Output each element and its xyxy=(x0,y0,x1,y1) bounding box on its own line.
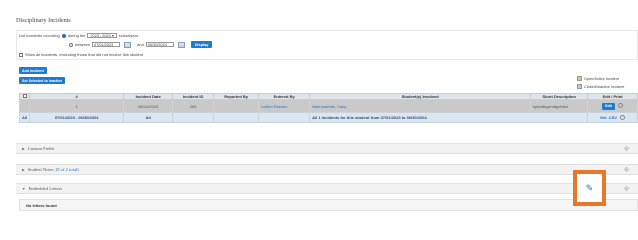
embedded-letters-title: Embedded Letters xyxy=(28,186,63,191)
student-notes-count: (0 of 2 total) xyxy=(55,167,79,172)
summary-message: All 1 incidents for this student from 07… xyxy=(309,112,589,123)
between-dates-radio[interactable] xyxy=(69,42,73,47)
during-schoolyear-radio[interactable] xyxy=(61,33,66,38)
row-entered-by-link[interactable]: LeAnn Reeves xyxy=(261,104,287,109)
gear-icon[interactable] xyxy=(618,103,624,109)
chevron-right-icon: ▶ xyxy=(22,146,25,151)
show-all-label: Show all incidents, excluding those that… xyxy=(25,52,144,57)
start-date-input[interactable]: 07/01/2023 xyxy=(92,42,121,47)
pencil-icon[interactable]: ✎ xyxy=(586,183,594,193)
between-label: between xyxy=(75,42,91,47)
table-row: 1 08/24/2023 283 LeAnn Reeves Abercrombi… xyxy=(18,99,638,113)
incident-filter-panel: List incidents occurring during the 2023… xyxy=(16,30,638,60)
no-letters-message: No letters found xyxy=(19,199,638,211)
legend-open: Open/Active Incident xyxy=(577,76,638,81)
row-short-description: fghcdfhgxhdfgcfdsd xyxy=(530,99,589,113)
row-student-link[interactable]: Abercrombie, Carly xyxy=(312,104,346,109)
chevron-right-icon: ▶ xyxy=(22,167,25,172)
edit-button[interactable]: Edit xyxy=(602,102,615,110)
get-csv-link[interactable]: Get .CSV xyxy=(600,115,617,120)
section-custom-fields[interactable]: ▶ Custom Fields ✥ xyxy=(16,143,638,154)
section-student-notes[interactable]: ▶ Student Notes (0 of 2 total) ✥ xyxy=(16,164,638,175)
display-button[interactable]: Display xyxy=(190,41,213,48)
row-num: 1 xyxy=(29,99,125,113)
move-icon[interactable]: ✥ xyxy=(623,146,630,153)
gear-icon[interactable] xyxy=(620,115,626,121)
highlight-box: ✎ xyxy=(573,170,606,206)
row-incident-date: 08/24/2023 xyxy=(123,99,174,113)
summary-all-dates: All xyxy=(123,112,174,123)
move-icon[interactable]: ✥ xyxy=(623,186,630,193)
show-all-checkbox[interactable] xyxy=(19,52,23,57)
row-reported-by xyxy=(213,99,260,113)
student-notes-title: Student Notes xyxy=(27,167,54,172)
row-incident-id: 283 xyxy=(172,99,215,113)
calendar-icon[interactable] xyxy=(177,41,185,48)
section-embedded-letters[interactable]: ▼ Embedded Letters ✥ xyxy=(16,183,638,194)
legend-closed-label: Closed/Inactive Incident xyxy=(584,84,625,89)
legend-closed: Closed/Inactive Incident xyxy=(577,84,638,89)
summary-all-label: All xyxy=(18,112,31,123)
move-icon[interactable]: ✥ xyxy=(623,167,630,174)
calendar-icon[interactable] xyxy=(124,41,132,48)
incidents-table: # Incident Date Incident ID Reported By … xyxy=(18,93,638,123)
schoolyear-suffix-label: schoolyear xyxy=(118,33,139,38)
schoolyear-select[interactable]: 2023 - 2024 ▾ xyxy=(87,33,117,38)
legend-open-label: Open/Active Incident xyxy=(584,76,620,81)
end-date-input[interactable]: 06/30/2024 xyxy=(145,42,174,47)
custom-fields-title: Custom Fields xyxy=(27,146,55,151)
during-label: during the xyxy=(67,33,86,38)
filter-prefix-label: List incidents occurring xyxy=(19,33,60,38)
closed-swatch xyxy=(577,84,582,89)
add-incident-button[interactable]: Add Incident xyxy=(19,67,47,74)
summary-row: All 07/01/2023 - 06/30/2024 All All 1 in… xyxy=(18,112,638,123)
select-all-checkbox[interactable] xyxy=(22,94,27,98)
open-swatch xyxy=(577,76,582,81)
chevron-down-icon: ▼ xyxy=(22,186,26,191)
summary-date-range: 07/01/2023 - 06/30/2024 xyxy=(29,112,125,123)
set-inactive-button[interactable]: Set Selected to Inactive xyxy=(19,77,66,84)
and-label: and xyxy=(137,42,144,47)
page-title: Disciplinary Incidents xyxy=(16,17,71,24)
